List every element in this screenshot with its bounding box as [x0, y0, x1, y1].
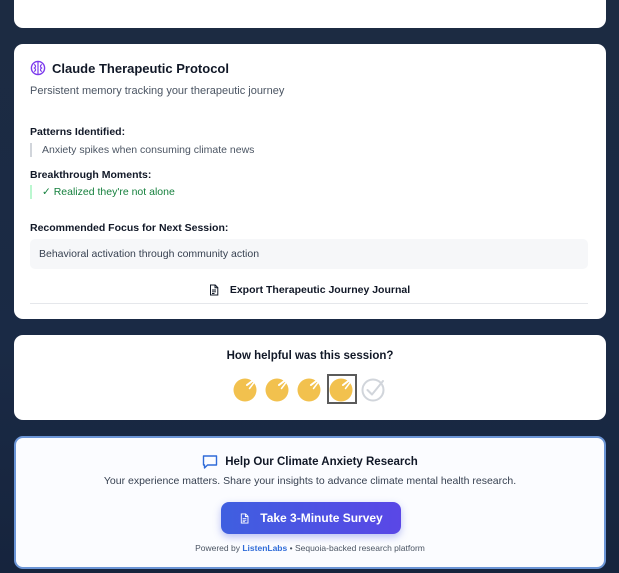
rating-face-icon	[297, 378, 321, 402]
rating-face-icon	[233, 378, 257, 402]
feedback-question: How helpful was this session?	[226, 350, 394, 362]
protocol-header: Claude Therapeutic Protocol	[30, 60, 590, 76]
powered-prefix: Powered by	[195, 543, 240, 553]
brain-icon	[30, 60, 46, 76]
protocol-subtitle: Persistent memory tracking your therapeu…	[30, 85, 285, 97]
therapeutic-protocol-card: Claude Therapeutic Protocol Persistent m…	[14, 44, 606, 319]
protocol-title: Claude Therapeutic Protocol	[52, 60, 229, 76]
survey-button-label: Take 3-Minute Survey	[260, 511, 383, 525]
previous-card	[14, 0, 606, 28]
rating-2[interactable]	[265, 376, 291, 402]
focus-label: Recommended Focus for Next Session:	[30, 222, 229, 234]
powered-suffix: • Sequoia-backed research platform	[289, 543, 425, 553]
export-label: Export Therapeutic Journey Journal	[229, 284, 411, 296]
pattern-item: Anxiety spikes when consuming climate ne…	[30, 143, 254, 157]
powered-by-line: Powered by ListenLabs • Sequoia-backed r…	[16, 543, 604, 553]
document-icon	[208, 284, 220, 296]
take-survey-button[interactable]: Take 3-Minute Survey	[221, 502, 401, 534]
survey-description: Your experience matters. Share your insi…	[103, 475, 517, 487]
patterns-label: Patterns Identified:	[30, 126, 126, 138]
document-icon	[239, 512, 250, 524]
rating-group	[233, 374, 387, 404]
rating-face-icon	[329, 378, 353, 402]
survey-card: Help Our Climate Anxiety Research Your e…	[14, 436, 606, 569]
rating-5[interactable]	[361, 376, 387, 402]
rating-3[interactable]	[297, 376, 323, 402]
check-circle-icon	[361, 378, 385, 402]
rating-4[interactable]	[327, 374, 357, 404]
feedback-card: How helpful was this session?	[14, 335, 606, 420]
listenlabs-link[interactable]: ListenLabs	[242, 543, 287, 553]
chat-bubble-icon	[202, 454, 218, 470]
survey-header: Help Our Climate Anxiety Research	[16, 454, 604, 470]
breakthrough-item: ✓ Realized they're not alone	[30, 185, 175, 199]
survey-title: Help Our Climate Anxiety Research	[225, 456, 418, 468]
breakthrough-label: Breakthrough Moments:	[30, 169, 152, 181]
export-journal-button[interactable]: Export Therapeutic Journey Journal	[30, 277, 588, 304]
rating-1[interactable]	[233, 376, 259, 402]
focus-value: Behavioral activation through community …	[30, 239, 588, 269]
rating-face-icon	[265, 378, 289, 402]
